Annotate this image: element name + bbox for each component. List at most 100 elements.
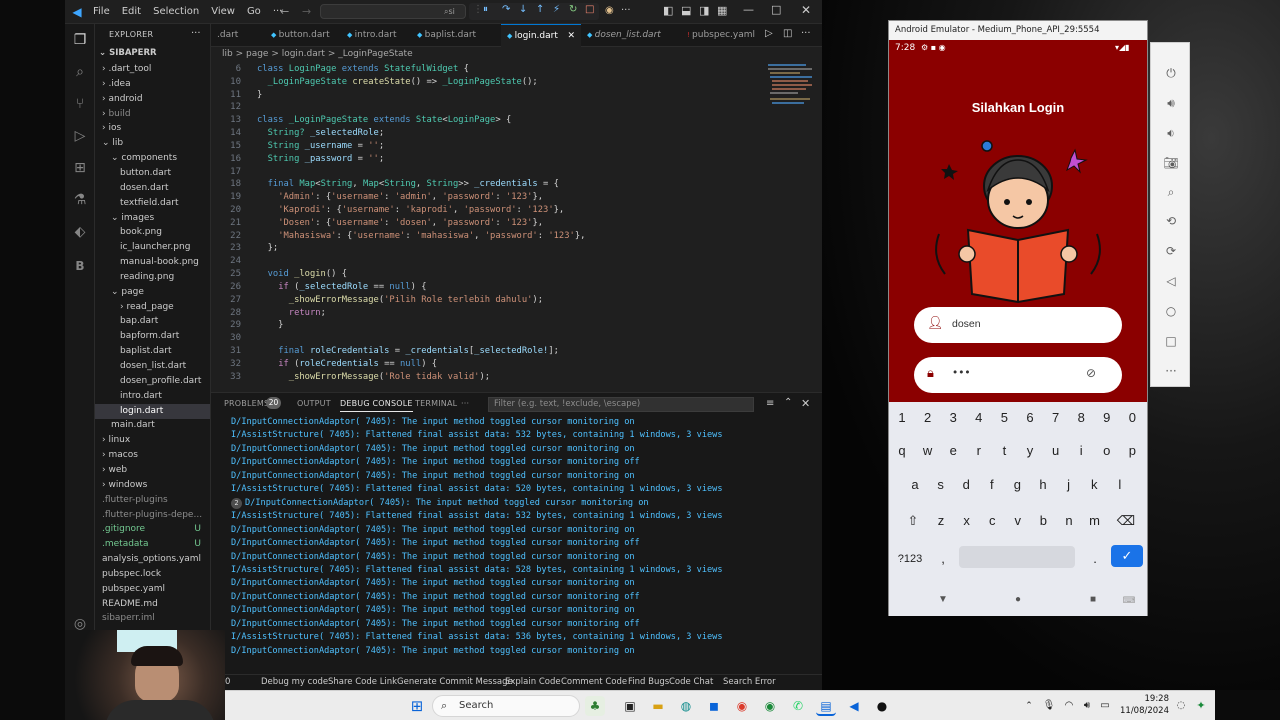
toggle-sidebar-icon[interactable]: ◧	[663, 4, 673, 17]
key-m[interactable]: m	[1083, 509, 1107, 533]
testing-icon[interactable]: ⚗	[70, 190, 90, 210]
editor-more-icon[interactable]: ···	[801, 28, 811, 39]
tree-item[interactable]: › linux	[95, 433, 210, 448]
code-line[interactable]: class LoginPage extends StatefulWidget {	[257, 63, 469, 76]
tree-item[interactable]: manual-book.png	[95, 255, 210, 270]
key-h[interactable]: h	[1031, 473, 1055, 497]
key-7[interactable]: 7	[1044, 406, 1068, 430]
username-field[interactable]: 👤︎ dosen	[914, 307, 1122, 343]
store-icon[interactable]: ◼	[704, 696, 724, 716]
editor-tab[interactable]: ◆ login.dart ✕	[501, 24, 581, 47]
tree-item[interactable]: .flutter-plugins-depe...	[95, 508, 210, 523]
panel-menu-icon[interactable]: ≡	[766, 398, 774, 409]
tab-terminal[interactable]: TERMINAL	[415, 399, 457, 408]
code-line[interactable]: _showErrorMessage('Role tidak valid');	[257, 371, 490, 384]
status-item[interactable]: Find Bugs	[628, 677, 669, 687]
taskbar-search[interactable]: ⌕ Search	[432, 695, 580, 717]
tree-item[interactable]: login.dart	[95, 403, 210, 419]
battery-icon[interactable]: ▭	[1095, 696, 1115, 716]
widgets-icon[interactable]: ♣	[585, 696, 605, 716]
run-debug-icon[interactable]: ▷	[70, 126, 90, 146]
key-p[interactable]: p	[1120, 439, 1144, 463]
tree-item[interactable]: ⌄ lib	[95, 136, 210, 151]
source-control-icon[interactable]: ⑂	[70, 94, 90, 114]
menu-file[interactable]: File	[93, 6, 110, 17]
volume-down-icon[interactable]: 🔉︎	[1161, 123, 1181, 143]
tab-output[interactable]: OUTPUT	[297, 399, 331, 408]
tree-item[interactable]: README.md	[95, 597, 210, 612]
key-i[interactable]: i	[1069, 439, 1093, 463]
tree-item[interactable]: book.png	[95, 225, 210, 240]
code-line[interactable]: };	[257, 242, 279, 255]
pause-icon[interactable]: ⏸	[483, 4, 488, 15]
menu-edit[interactable]: Edit	[122, 6, 141, 17]
code-line[interactable]: if (_selectedRole == null) {	[257, 281, 426, 294]
status-item[interactable]: Comment Code	[561, 677, 627, 687]
code-line[interactable]: }	[257, 89, 262, 102]
code-line[interactable]: String? _selectedRole;	[257, 127, 385, 140]
tree-item[interactable]: ⌄ page	[95, 285, 210, 300]
drag-handle-icon[interactable]: ⋮	[473, 4, 483, 15]
rotate-left-icon[interactable]: ⟲	[1161, 211, 1181, 231]
tree-item[interactable]: .flutter-plugins	[95, 493, 210, 508]
comma-key[interactable]: ,	[931, 547, 955, 571]
menu-view[interactable]: View	[211, 6, 235, 17]
key-f[interactable]: f	[980, 473, 1004, 497]
wifi-icon[interactable]: ◠	[1059, 696, 1079, 716]
code-line[interactable]: 'Mahasiswa': {'username': 'mahasiswa', '…	[257, 230, 585, 243]
tree-item[interactable]: pubspec.lock	[95, 567, 210, 582]
tree-item[interactable]: pubspec.yaml	[95, 582, 210, 597]
key-g[interactable]: g	[1005, 473, 1029, 497]
key-l[interactable]: l	[1108, 473, 1132, 497]
key-b[interactable]: b	[1031, 509, 1055, 533]
whatsapp-icon[interactable]: ✆	[788, 696, 808, 716]
code-editor[interactable]: 6 class LoginPage extends StatefulWidget …	[211, 62, 822, 392]
flutter-inspector-icon[interactable]: ◉	[605, 5, 614, 16]
tree-item[interactable]: › web	[95, 463, 210, 478]
file-explorer-icon[interactable]: ▬	[648, 696, 668, 716]
stop-icon[interactable]: □	[585, 4, 594, 15]
key-6[interactable]: 6	[1018, 406, 1042, 430]
remote-icon[interactable]: ⬖	[70, 222, 90, 242]
key-o[interactable]: o	[1095, 439, 1119, 463]
status-item[interactable]: Share Code Link	[328, 677, 397, 687]
minimize-icon[interactable]: —	[743, 3, 754, 16]
code-line[interactable]: return;	[257, 307, 326, 320]
tree-item[interactable]: .gitignore U	[95, 522, 210, 537]
key-r[interactable]: r	[967, 439, 991, 463]
tree-item[interactable]: reading.png	[95, 270, 210, 285]
tree-item[interactable]: main.dart	[95, 418, 210, 433]
tab-problems[interactable]: PROBLEMS	[224, 399, 269, 408]
status-item[interactable]: Explain Code	[505, 677, 561, 687]
copilot-icon[interactable]: ✦	[1191, 696, 1211, 716]
code-line[interactable]: 'Admin': {'username': 'admin', 'password…	[257, 191, 543, 204]
overview-icon[interactable]: □	[1161, 331, 1181, 351]
back-arrow-icon[interactable]: ←	[280, 5, 289, 18]
rotate-right-icon[interactable]: ⟳	[1161, 241, 1181, 261]
code-line[interactable]: String _password = '';	[257, 153, 385, 166]
toggle-panel-icon[interactable]: ⬓	[681, 4, 691, 17]
step-into-icon[interactable]: ↓	[519, 4, 527, 15]
nav-home-icon[interactable]: ●	[1006, 588, 1030, 612]
nav-back-icon[interactable]: ▼	[931, 588, 955, 612]
close-panel-icon[interactable]: ✕	[801, 397, 810, 410]
tree-item[interactable]: sibaperr.iml	[95, 611, 210, 626]
key-5[interactable]: 5	[992, 406, 1016, 430]
code-line[interactable]: class _LoginPageState extends State<Logi…	[257, 114, 511, 127]
status-item[interactable]: Search Error	[723, 677, 776, 687]
key-a[interactable]: a	[903, 473, 927, 497]
code-line[interactable]: _LoginPageState createState() => _LoginP…	[257, 76, 538, 89]
password-field[interactable]: 🔒︎ ••• ⊘	[914, 357, 1122, 393]
key-8[interactable]: 8	[1069, 406, 1093, 430]
tree-item[interactable]: › build	[95, 107, 210, 122]
close-tab-icon[interactable]: ✕	[567, 25, 575, 48]
step-out-icon[interactable]: ↑	[536, 4, 544, 15]
tree-item[interactable]: intro.dart	[95, 389, 210, 404]
symbols-key[interactable]: ?123	[893, 547, 927, 571]
tree-item[interactable]: › .idea	[95, 77, 210, 92]
key-z[interactable]: z	[929, 509, 953, 533]
close-window-icon[interactable]: ✕	[801, 3, 811, 17]
status-item[interactable]: Code Chat	[669, 677, 713, 687]
key-x[interactable]: x	[955, 509, 979, 533]
editor-tab[interactable]: .dart	[211, 24, 265, 47]
